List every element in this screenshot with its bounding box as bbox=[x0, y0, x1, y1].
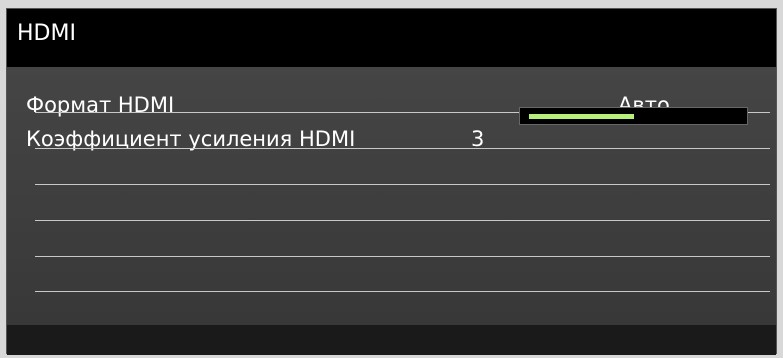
hdmi-gain-slider[interactable] bbox=[519, 107, 748, 125]
row-divider bbox=[35, 148, 770, 149]
hdmi-gain-slider-fill bbox=[529, 114, 634, 119]
hdmi-format-label[interactable]: Формат HDMI bbox=[26, 93, 174, 117]
settings-panel: Формат HDMI Авто Коэффициент усиления HD… bbox=[7, 67, 776, 325]
osd-menu: HDMI Формат HDMI Авто Коэффициент усилен… bbox=[6, 8, 777, 355]
menu-footer bbox=[7, 325, 776, 355]
row-divider bbox=[35, 256, 770, 257]
row-divider bbox=[35, 184, 770, 185]
row-divider bbox=[35, 220, 770, 221]
menu-title: HDMI bbox=[17, 21, 76, 46]
row-divider bbox=[35, 291, 770, 292]
menu-header: HDMI bbox=[7, 9, 776, 67]
